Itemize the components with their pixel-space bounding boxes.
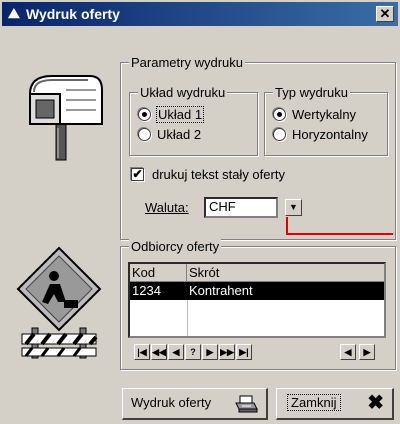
close-button[interactable]: Zamknij ✖: [276, 388, 394, 420]
layout-option-1[interactable]: Układ 1: [138, 105, 205, 123]
fixed-text-checkbox[interactable]: ✔: [131, 168, 144, 181]
layout-option-1-label: Układ 1: [155, 105, 205, 123]
print-type-legend: Typ wydruku: [273, 85, 350, 100]
nav-prev-button[interactable]: ◀: [168, 344, 184, 360]
printer-icon: [235, 395, 258, 413]
close-x-icon: ✖: [367, 392, 384, 414]
layout-legend: Układ wydruku: [138, 85, 228, 100]
scroll-right-button[interactable]: ▶: [359, 344, 375, 360]
layout-option-2[interactable]: Układ 2: [138, 125, 201, 143]
type-option-vertical[interactable]: Wertykalny: [273, 105, 356, 123]
window-close-button[interactable]: ✕: [376, 6, 394, 22]
close-label: Zamknij: [287, 394, 341, 411]
app-icon: ⛰: [8, 5, 20, 21]
column-header-skrot[interactable]: Skrót: [187, 264, 384, 282]
column-divider: [187, 300, 188, 336]
type-option-horizontal-radio[interactable]: [273, 127, 286, 141]
nav-next-page-button[interactable]: ▶▶: [219, 344, 235, 360]
currency-dropdown-button[interactable]: ▼: [285, 199, 302, 216]
under-construction-icon: [16, 246, 102, 359]
print-params-legend: Parametry wydruku: [129, 55, 245, 70]
column-header-kod[interactable]: Kod: [130, 264, 187, 282]
print-offer-button[interactable]: Wydruk oferty: [122, 388, 268, 420]
mailbox-icon: [29, 75, 103, 161]
annotation-line-horizontal: [286, 233, 393, 235]
nav-next-button[interactable]: ▶: [202, 344, 218, 360]
table-row[interactable]: 1234 Kontrahent: [130, 282, 384, 300]
record-navigator: |◀ ◀◀ ◀ ? ▶ ▶▶ ▶| ◀ ▶: [134, 344, 384, 360]
layout-option-2-radio[interactable]: [138, 127, 151, 141]
nav-search-button[interactable]: ?: [185, 344, 201, 360]
currency-label: Waluta:: [145, 200, 189, 215]
layout-option-2-label: Układ 2: [157, 126, 202, 142]
currency-select[interactable]: CHF: [204, 197, 278, 218]
annotation-line-vertical: [286, 217, 288, 235]
nav-first-button[interactable]: |◀: [134, 344, 150, 360]
fixed-text-label: drukuj tekst stały oferty: [152, 167, 285, 182]
type-option-horizontal-label: Horyzontalny: [292, 126, 368, 142]
type-option-horizontal[interactable]: Horyzontalny: [273, 125, 368, 143]
recipients-grid[interactable]: Kod Skrót 1234 Kontrahent: [128, 262, 386, 338]
scroll-left-button[interactable]: ◀: [340, 344, 356, 360]
nav-last-button[interactable]: ▶|: [236, 344, 252, 360]
cell-kod: 1234: [132, 283, 161, 298]
print-offer-label: Wydruk oferty: [131, 395, 212, 410]
cell-skrot: Kontrahent: [189, 283, 253, 298]
nav-prev-page-button[interactable]: ◀◀: [151, 344, 167, 360]
title-bar[interactable]: ⛰ Wydruk oferty ✕: [2, 2, 398, 26]
recipients-legend: Odbiorcy oferty: [129, 239, 222, 254]
layout-option-1-radio[interactable]: [138, 107, 151, 121]
type-option-vertical-label: Wertykalny: [292, 106, 357, 122]
window-title: Wydruk oferty: [26, 6, 120, 22]
type-option-vertical-radio[interactable]: [273, 107, 286, 121]
dialog-window: ⛰ Wydruk oferty ✕ Parametry wydruku Ukła…: [0, 0, 400, 424]
print-type-group: Typ wydruku Wertykalny Horyzontalny: [264, 85, 388, 156]
layout-group: Układ wydruku Układ 1 Układ 2: [129, 85, 258, 156]
